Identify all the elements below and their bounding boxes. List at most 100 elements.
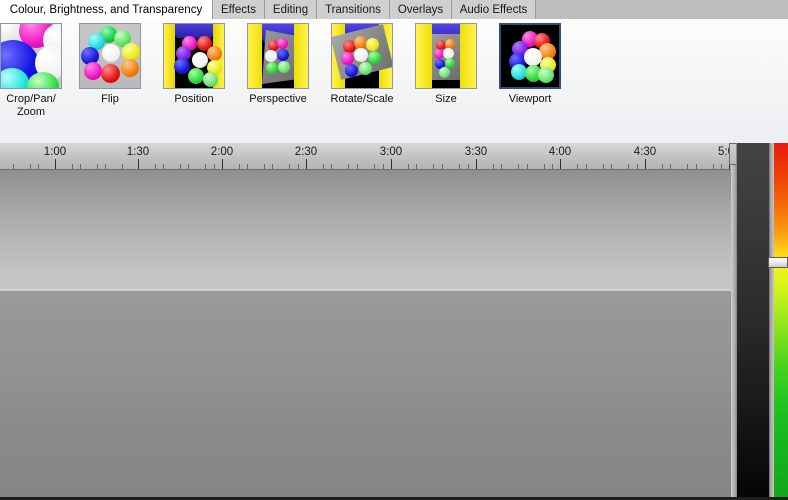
ruler-minor-tick [13,164,14,169]
ruler-minor-tick [214,164,215,169]
tab-bar-filler [536,0,788,19]
ruler-minor-tick [205,164,206,169]
ruler-minor-tick [459,164,460,169]
timeline-track-lower[interactable] [0,291,733,497]
preview-dark-panel [736,143,770,497]
preset-thumbnail-image[interactable] [79,23,141,89]
ruler-minor-tick [188,164,189,169]
preset-thumbnail-image[interactable] [499,23,561,89]
ruler-minor-tick [331,164,332,169]
ruler-time-label: 4:30 [633,146,657,158]
preset-size[interactable]: Size [404,23,488,106]
tab-colour-brightness-transparency[interactable]: Colour, Brightness, and Transparency [0,0,213,19]
preset-perspective[interactable]: Perspective [236,23,320,106]
tab-overlays[interactable]: Overlays [390,0,452,19]
ruler-minor-tick [383,164,384,169]
preset-thumbnail-strip: Crop/Pan/ Zoom Flip Position Perspective… [0,19,788,143]
scaled-plane-icon [416,24,476,88]
ruler-minor-tick [577,164,578,169]
ruler-minor-tick [348,164,349,169]
preset-position[interactable]: Position [152,23,236,106]
ruler-minor-tick [30,164,31,169]
ruler-minor-tick [264,164,265,169]
tab-transitions[interactable]: Transitions [317,0,390,19]
ruler-minor-tick [239,164,240,169]
preset-label: Perspective [249,93,307,105]
tab-editing[interactable]: Editing [265,0,317,19]
ruler-minor-tick [163,164,164,169]
ruler-minor-tick [493,164,494,169]
ruler-minor-tick [468,164,469,169]
ruler-minor-tick [687,164,688,169]
preset-thumbnail-image[interactable] [331,23,393,89]
ruler-major-tick [306,159,307,169]
ruler-minor-tick [298,164,299,169]
ruler-minor-tick [586,164,587,169]
tab-label: Effects [221,3,256,16]
meter-slider-handle[interactable] [768,257,788,268]
ruler-time-label: 2:00 [210,146,234,158]
sphere-cluster-icon [80,24,140,88]
perspective-plane-icon [248,24,308,88]
ruler-minor-tick [527,164,528,169]
ruler-minor-tick [72,164,73,169]
ruler-minor-tick [97,164,98,169]
timeline-ruler[interactable]: 1:00 1:30 2:00 2:30 3:00 3:30 4:00 4:30 5:0 [0,143,733,170]
ruler-minor-tick [155,164,156,169]
tab-label: Audio Effects [459,3,528,16]
ruler-minor-tick [247,164,248,169]
ruler-minor-tick [105,164,106,169]
preset-rotate-scale[interactable]: Rotate/Scale [320,23,404,106]
ruler-major-tick [645,159,646,169]
ruler-minor-tick [272,164,273,169]
ruler-time-label: 4:00 [548,146,572,158]
preset-thumbnail-image[interactable] [415,23,477,89]
preset-thumbnail-image[interactable] [163,23,225,89]
ruler-time-label: 1:00 [43,146,67,158]
ruler-minor-tick [433,164,434,169]
ruler-minor-tick [408,164,409,169]
ruler-minor-tick [289,164,290,169]
audio-level-meter[interactable] [774,143,788,497]
ruler-major-tick [55,159,56,169]
ruler-minor-tick [611,164,612,169]
effects-browser-window: Colour, Brightness, and Transparency Eff… [0,0,788,500]
category-tab-bar: Colour, Brightness, and Transparency Eff… [0,0,788,19]
ruler-minor-tick [544,164,545,169]
ruler-minor-tick [603,164,604,169]
ruler-minor-tick [501,164,502,169]
ruler-time-label: 3:30 [464,146,488,158]
tab-effects[interactable]: Effects [213,0,265,19]
ruler-minor-tick [80,164,81,169]
ruler-time-label: 1:30 [126,146,150,158]
sphere-cluster-icon [1,24,61,88]
preset-label: Viewport [508,93,552,105]
ruler-time-label: 2:30 [294,146,318,158]
preset-label: Position [174,93,214,105]
ruler-major-tick [222,159,223,169]
ruler-minor-tick [357,164,358,169]
preset-thumbnail-image[interactable] [0,23,62,89]
ruler-major-tick [560,159,561,169]
tab-audio-effects[interactable]: Audio Effects [452,0,536,19]
tab-label: Overlays [397,3,444,16]
preset-viewport[interactable]: Viewport [488,23,572,106]
ruler-major-tick [138,159,139,169]
ruler-minor-tick [721,164,722,169]
preset-flip[interactable]: Flip [68,23,152,106]
ruler-minor-tick [180,164,181,169]
preset-crop-pan-zoom[interactable]: Crop/Pan/ Zoom [0,23,73,119]
preset-label: Size [435,93,457,105]
timeline-track-upper[interactable] [0,170,733,289]
ruler-minor-tick [518,164,519,169]
ruler-minor-tick [416,164,417,169]
ruler-minor-tick [713,164,714,169]
room-box-icon [164,24,224,88]
preset-label: Rotate/Scale [330,93,394,105]
ruler-major-tick [391,159,392,169]
sphere-cluster-icon [509,31,556,83]
preset-label: Flip [101,93,119,105]
preset-thumbnail-image[interactable] [247,23,309,89]
rotated-plane-icon [332,24,392,88]
ruler-minor-tick [442,164,443,169]
